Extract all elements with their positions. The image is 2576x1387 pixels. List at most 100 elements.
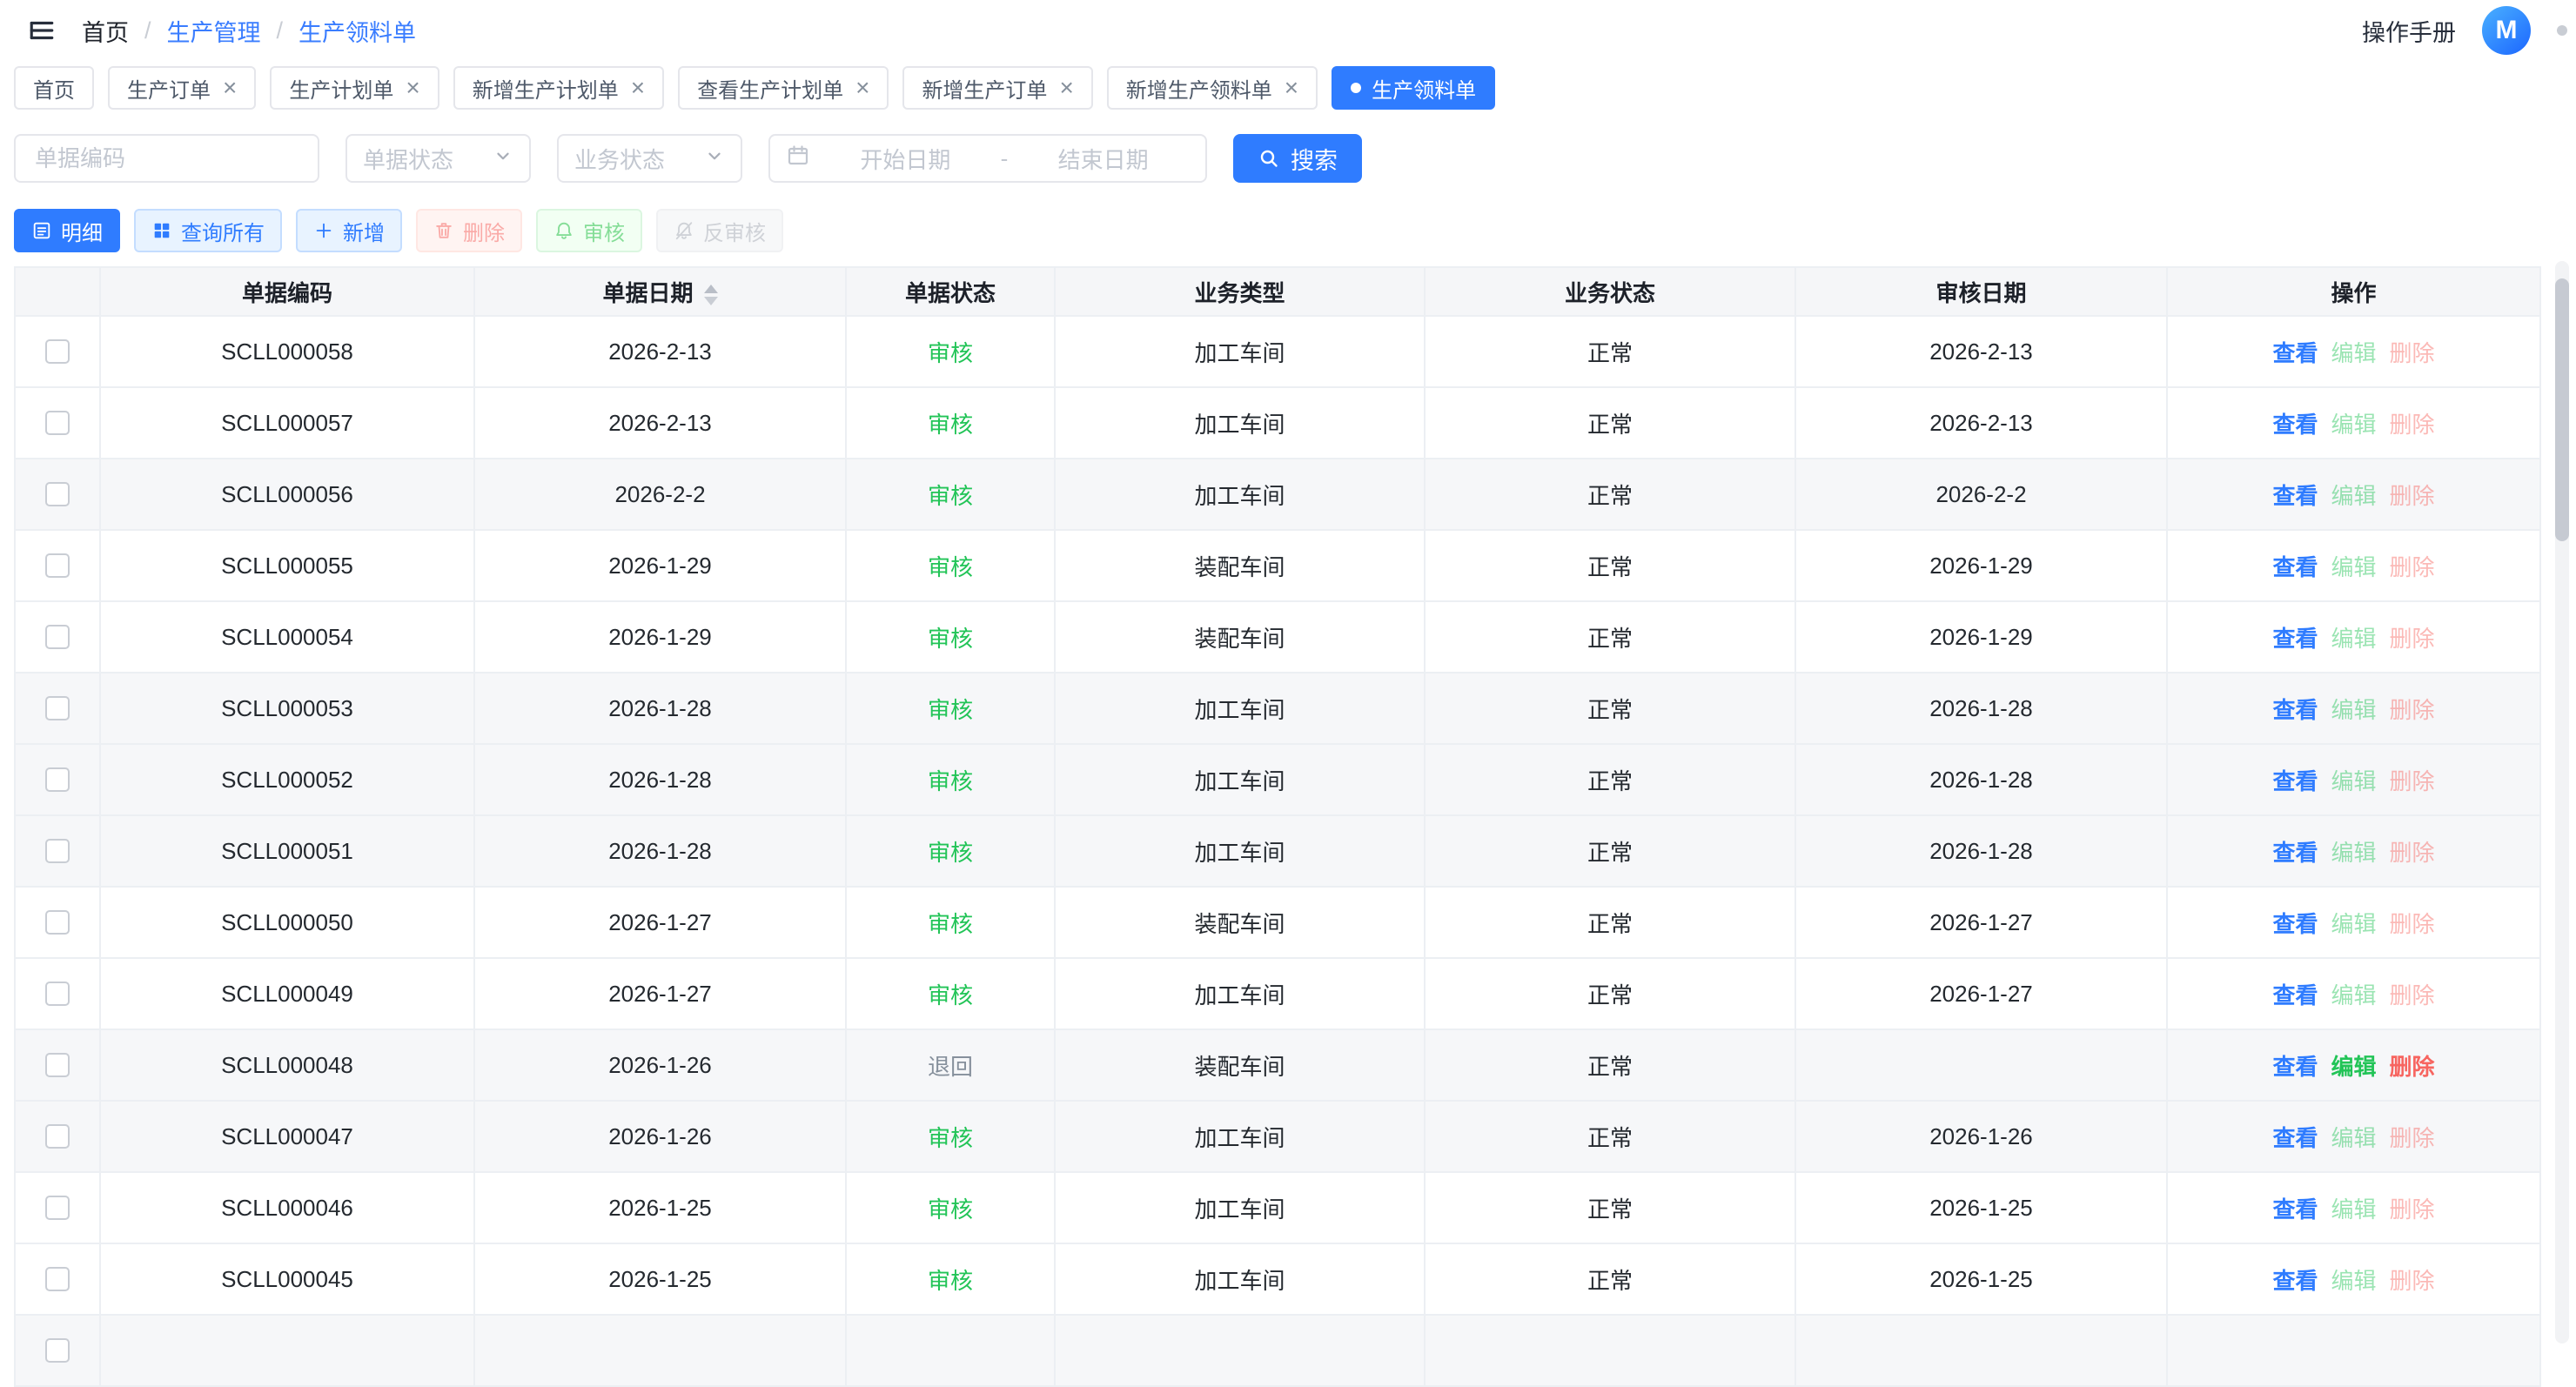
view-link[interactable]: 查看 [2272, 764, 2318, 796]
delete-link[interactable]: 删除 [2390, 407, 2435, 439]
business-status-select[interactable]: 业务状态 [557, 134, 742, 183]
tab-close-icon[interactable]: × [631, 76, 645, 100]
receipts-table: 单据编码 单据日期 单据状态 业务类型 业务状态 审核日期 操作 SCLL000… [14, 266, 2541, 1387]
row-checkbox[interactable] [45, 1338, 70, 1363]
edit-link[interactable]: 编辑 [2331, 1263, 2376, 1296]
tab-close-icon[interactable]: × [1059, 76, 1073, 100]
tab-3[interactable]: 新增生产计划单× [453, 66, 664, 110]
cell-actions: 查看编辑删除 [2167, 1029, 2540, 1101]
breadcrumb-production-management[interactable]: 生产管理 [167, 14, 261, 48]
anti-audit-button[interactable]: 反审核 [656, 209, 783, 252]
avatar[interactable]: M [2482, 6, 2531, 55]
row-checkbox[interactable] [45, 767, 70, 792]
col-document-date[interactable]: 单据日期 [474, 267, 846, 316]
operation-manual-link[interactable]: 操作手册 [2362, 14, 2456, 48]
vertical-scrollbar[interactable] [2555, 261, 2569, 1343]
delete-link[interactable]: 删除 [2390, 1121, 2435, 1153]
breadcrumb-home[interactable]: 首页 [82, 14, 129, 48]
delete-link[interactable]: 删除 [2390, 764, 2435, 796]
view-link[interactable]: 查看 [2272, 336, 2318, 368]
view-link[interactable]: 查看 [2272, 978, 2318, 1010]
row-checkbox[interactable] [45, 1124, 70, 1149]
delete-link[interactable]: 删除 [2390, 1049, 2435, 1082]
date-range-picker[interactable]: 开始日期 - 结束日期 [768, 134, 1207, 183]
col-audit-date: 审核日期 [1795, 267, 2167, 316]
delete-link[interactable]: 删除 [2390, 621, 2435, 653]
row-checkbox[interactable] [45, 553, 70, 578]
tab-2[interactable]: 生产计划单× [270, 66, 439, 110]
delete-link[interactable]: 删除 [2390, 1263, 2435, 1296]
detail-button[interactable]: 明细 [14, 209, 120, 252]
cell-actions: 查看编辑删除 [2167, 316, 2540, 387]
document-status-select[interactable]: 单据状态 [345, 134, 531, 183]
query-all-button[interactable]: 查询所有 [134, 209, 282, 252]
delete-link[interactable]: 删除 [2390, 550, 2435, 582]
edit-link[interactable]: 编辑 [2331, 693, 2376, 725]
row-checkbox[interactable] [45, 910, 70, 935]
row-checkbox[interactable] [45, 625, 70, 649]
scrollbar-thumb[interactable] [2555, 278, 2569, 541]
edit-link[interactable]: 编辑 [2331, 550, 2376, 582]
document-code-input[interactable] [14, 134, 319, 183]
cell-document-date: 2026-1-28 [474, 744, 846, 815]
tab-close-icon[interactable]: × [1285, 76, 1298, 100]
edit-link[interactable]: 编辑 [2331, 1121, 2376, 1153]
delete-link[interactable]: 删除 [2390, 479, 2435, 511]
cell-actions: 查看编辑删除 [2167, 887, 2540, 958]
edit-link[interactable]: 编辑 [2331, 479, 2376, 511]
menu-collapse-icon[interactable] [24, 13, 59, 48]
delete-link[interactable]: 删除 [2390, 978, 2435, 1010]
view-link[interactable]: 查看 [2272, 1049, 2318, 1082]
edit-link[interactable]: 编辑 [2331, 336, 2376, 368]
breadcrumb-current-page: 生产领料单 [299, 14, 416, 48]
cell-checkbox [15, 530, 100, 601]
delete-link[interactable]: 删除 [2390, 693, 2435, 725]
view-link[interactable]: 查看 [2272, 1192, 2318, 1224]
row-checkbox[interactable] [45, 411, 70, 435]
tab-6[interactable]: 新增生产领料单× [1107, 66, 1318, 110]
sort-icon[interactable] [704, 285, 718, 305]
row-checkbox[interactable] [45, 1196, 70, 1220]
row-checkbox[interactable] [45, 696, 70, 720]
cell-actions: 查看编辑删除 [2167, 459, 2540, 530]
view-link[interactable]: 查看 [2272, 693, 2318, 725]
row-checkbox[interactable] [45, 339, 70, 364]
tab-close-icon[interactable]: × [855, 76, 869, 100]
edit-link[interactable]: 编辑 [2331, 835, 2376, 868]
delete-link[interactable]: 删除 [2390, 835, 2435, 868]
row-checkbox[interactable] [45, 982, 70, 1006]
view-link[interactable]: 查看 [2272, 407, 2318, 439]
edit-link[interactable]: 编辑 [2331, 978, 2376, 1010]
edit-link[interactable]: 编辑 [2331, 407, 2376, 439]
view-link[interactable]: 查看 [2272, 835, 2318, 868]
tab-7[interactable]: 生产领料单 [1332, 66, 1495, 110]
edit-link[interactable]: 编辑 [2331, 621, 2376, 653]
search-button[interactable]: 搜索 [1233, 134, 1362, 183]
view-link[interactable]: 查看 [2272, 621, 2318, 653]
edit-link[interactable]: 编辑 [2331, 907, 2376, 939]
tab-close-icon[interactable]: × [406, 76, 419, 100]
row-checkbox[interactable] [45, 839, 70, 863]
edit-link[interactable]: 编辑 [2331, 1192, 2376, 1224]
row-checkbox[interactable] [45, 1267, 70, 1291]
tab-5[interactable]: 新增生产订单× [902, 66, 1092, 110]
view-link[interactable]: 查看 [2272, 479, 2318, 511]
view-link[interactable]: 查看 [2272, 907, 2318, 939]
row-checkbox[interactable] [45, 1053, 70, 1077]
view-link[interactable]: 查看 [2272, 1263, 2318, 1296]
add-button[interactable]: 新增 [296, 209, 402, 252]
delete-link[interactable]: 删除 [2390, 336, 2435, 368]
audit-button[interactable]: 审核 [536, 209, 642, 252]
view-link[interactable]: 查看 [2272, 550, 2318, 582]
delete-link[interactable]: 删除 [2390, 907, 2435, 939]
edit-link[interactable]: 编辑 [2331, 764, 2376, 796]
tab-0[interactable]: 首页 [14, 66, 94, 110]
edit-link[interactable]: 编辑 [2331, 1049, 2376, 1082]
delete-link[interactable]: 删除 [2390, 1192, 2435, 1224]
tab-4[interactable]: 查看生产计划单× [678, 66, 889, 110]
view-link[interactable]: 查看 [2272, 1121, 2318, 1153]
row-checkbox[interactable] [45, 482, 70, 506]
delete-button[interactable]: 删除 [416, 209, 522, 252]
tab-close-icon[interactable]: × [223, 76, 237, 100]
tab-1[interactable]: 生产订单× [108, 66, 256, 110]
